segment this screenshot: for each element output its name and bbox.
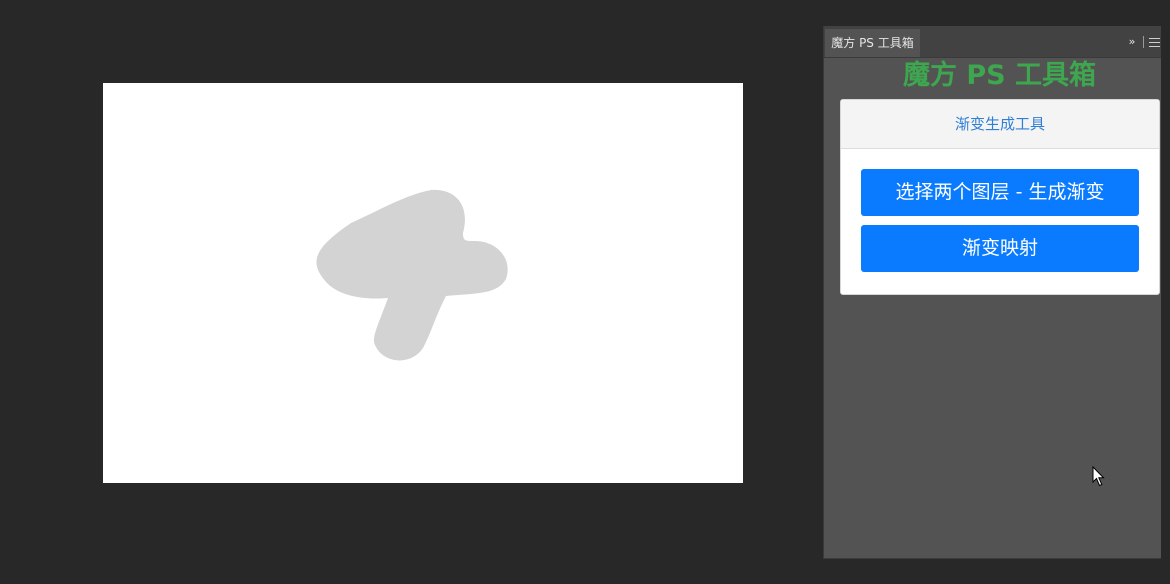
gradient-tool-card: 渐变生成工具 选择两个图层 - 生成渐变 渐变映射 — [840, 99, 1160, 295]
gray-brush-shape — [316, 189, 508, 361]
canvas-artwork — [316, 189, 508, 361]
mouse-cursor-icon — [1092, 466, 1105, 487]
panel-title: 魔方 PS 工具箱 — [902, 60, 1097, 91]
extension-panel: 魔方 PS 工具箱 ›› 魔方 PS 工具箱 渐变生成工具 选择两个图层 - 生… — [823, 26, 1161, 559]
menu-icon[interactable] — [1149, 37, 1160, 47]
panel-tab[interactable]: 魔方 PS 工具箱 — [825, 29, 920, 57]
photoshop-workspace: 魔方 PS 工具箱 ›› 魔方 PS 工具箱 渐变生成工具 选择两个图层 - 生… — [0, 0, 1170, 584]
card-header: 渐变生成工具 — [841, 100, 1159, 149]
panel-controls: ›› — [1124, 34, 1161, 50]
generate-gradient-button[interactable]: 选择两个图层 - 生成渐变 — [861, 169, 1139, 216]
collapse-icon[interactable]: ›› — [1124, 35, 1138, 49]
document-canvas[interactable] — [103, 83, 743, 483]
panel-header: 魔方 PS 工具箱 ›› — [824, 26, 1161, 58]
control-divider — [1143, 36, 1144, 48]
gradient-map-button[interactable]: 渐变映射 — [861, 225, 1139, 272]
